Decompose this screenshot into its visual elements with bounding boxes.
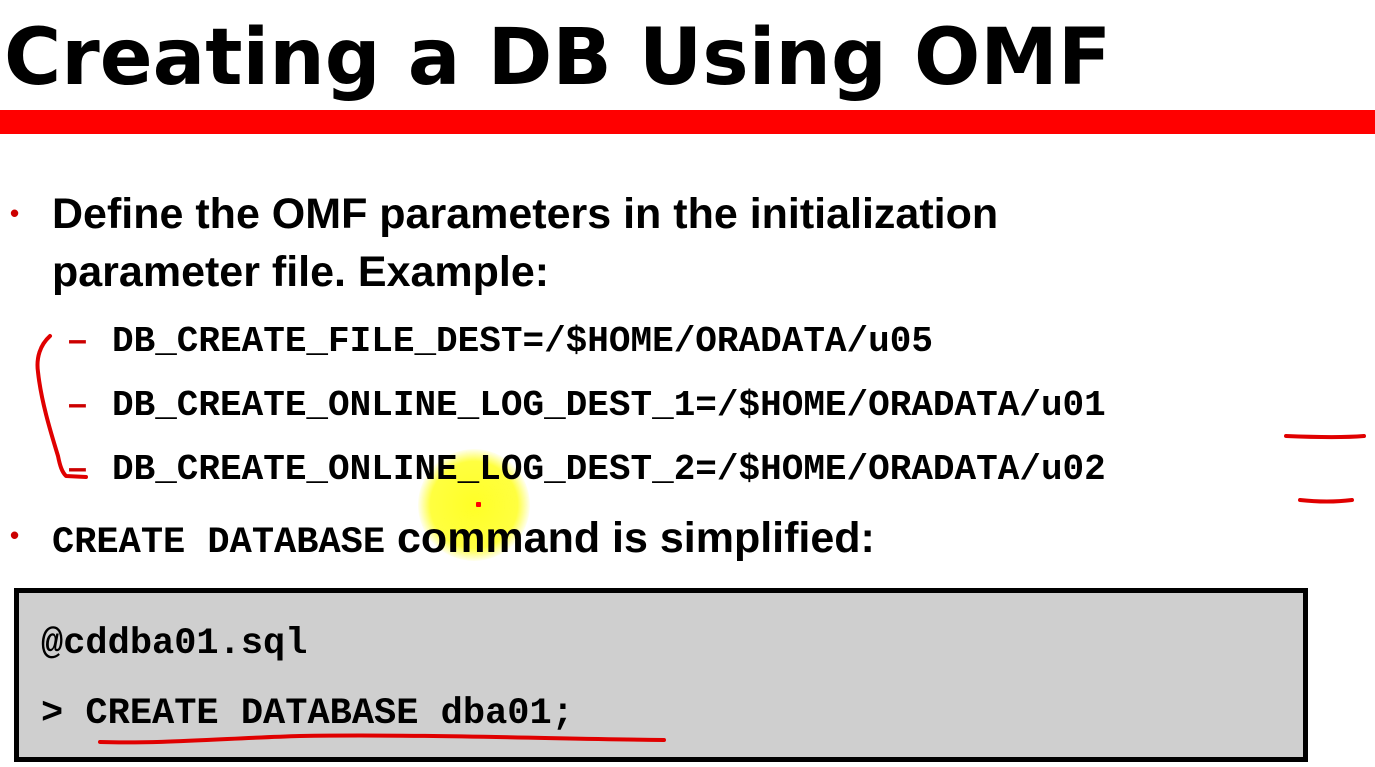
- sub-item-log-dest-1: – DB_CREATE_ONLINE_LOG_DEST_1=/$HOME/ORAD…: [68, 382, 1106, 428]
- bullet-marker: •: [10, 520, 20, 550]
- dash-marker: –: [68, 385, 87, 423]
- slide: Creating a DB Using OMF • Define the OMF…: [0, 0, 1375, 767]
- bullet-text-line: parameter file. Example:: [52, 248, 550, 296]
- inline-code: CREATE DATABASE: [52, 522, 386, 564]
- parameter-code: DB_CREATE_ONLINE_LOG_DEST_2=/$HOME/ORADA…: [112, 449, 1106, 490]
- code-box: @cddba01.sql > CREATE DATABASE dba01;: [14, 588, 1308, 762]
- dash-marker: –: [68, 321, 87, 359]
- bullet-text-line: CREATE DATABASE command is simplified:: [52, 510, 875, 576]
- cursor-dot-icon: [476, 502, 481, 507]
- annotation-underline-u01: [1284, 434, 1366, 440]
- dash-marker: –: [68, 449, 87, 487]
- sub-item-log-dest-2: – DB_CREATE_ONLINE_LOG_DEST_2=/$HOME/ORAD…: [68, 446, 1106, 492]
- sub-item-file-dest: – DB_CREATE_FILE_DEST=/$HOME/ORADATA/u05: [68, 318, 933, 364]
- parameter-code: DB_CREATE_ONLINE_LOG_DEST_1=/$HOME/ORADA…: [112, 385, 1106, 426]
- slide-title: Creating a DB Using OMF: [4, 13, 1112, 103]
- bullet-text-line: Define the OMF parameters in the initial…: [52, 190, 999, 238]
- parameter-code: DB_CREATE_FILE_DEST=/$HOME/ORADATA/u05: [112, 321, 933, 362]
- bullet-text: command is simplified:: [385, 514, 875, 562]
- title-divider: [0, 110, 1375, 134]
- annotation-underline-u02: [1298, 498, 1354, 504]
- code-line: @cddba01.sql: [41, 623, 308, 665]
- bullet-marker: •: [10, 198, 20, 228]
- code-line: > CREATE DATABASE dba01;: [41, 693, 574, 735]
